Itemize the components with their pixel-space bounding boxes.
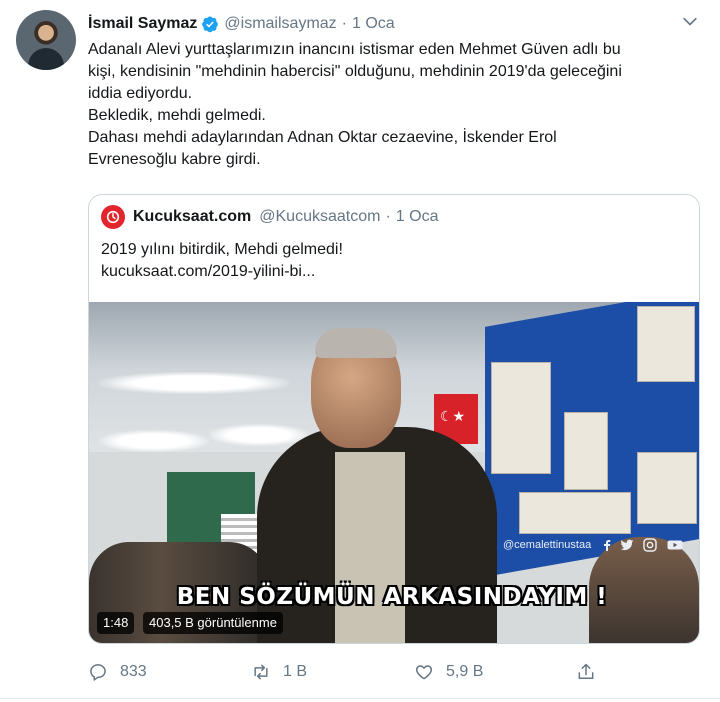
kucuksaat-logo-icon <box>101 205 125 229</box>
tweet-text-line: Bekledik, mehdi gelmedi. <box>88 107 266 124</box>
retweet-button[interactable]: 1 B <box>251 662 307 682</box>
video-subtitle: BEN SÖZÜMÜN ARKASINDAYIM ! <box>176 584 608 610</box>
quoted-text: 2019 yılını bitirdik, Mehdi gelmedi! kuc… <box>101 239 343 283</box>
video-watermark: @cemalettinustaa <box>503 539 592 551</box>
tweet-text-line: iddia ediyordu. <box>88 85 193 102</box>
video-player[interactable]: @cemalettinustaa BEN SÖZÜMÜN ARKASINDAYI… <box>89 302 699 643</box>
video-duration: 1:48 <box>97 612 135 634</box>
newspaper-clipping <box>519 492 631 534</box>
newspaper-clipping <box>637 452 697 524</box>
tweet-header: İsmail Saymaz @ismailsaymaz · 1 Oca <box>88 12 395 36</box>
verified-badge-icon <box>201 15 219 33</box>
video-frame-speaker-shirt <box>335 452 405 643</box>
divider <box>0 698 720 699</box>
tweet-text: Adanalı Alevi yurttaşlarımızın inancını … <box>88 39 708 171</box>
tweet: İsmail Saymaz @ismailsaymaz · 1 Oca Adan… <box>0 0 720 702</box>
separator-dot: · <box>341 15 347 32</box>
twitter-icon <box>620 539 634 551</box>
ceiling-light <box>99 372 289 394</box>
author-name[interactable]: İsmail Saymaz <box>88 15 197 33</box>
tweet-actions: 833 1 B 5,9 B <box>88 662 608 686</box>
share-icon <box>578 663 594 679</box>
quoted-text-line: 2019 yılını bitirdik, Mehdi gelmedi! <box>101 241 343 258</box>
quoted-link[interactable]: kucuksaat.com/2019-yilini-bi... <box>101 261 343 283</box>
avatar[interactable] <box>16 10 76 70</box>
newspaper-clipping <box>564 412 608 490</box>
like-button[interactable]: 5,9 B <box>414 662 483 682</box>
ceiling-light <box>99 430 209 452</box>
share-button[interactable] <box>576 662 596 682</box>
heart-icon <box>415 665 433 680</box>
facebook-icon <box>604 540 611 551</box>
chevron-down-icon[interactable] <box>680 12 700 32</box>
reply-icon <box>90 664 106 681</box>
quoted-author-handle: @Kucuksaatcom <box>259 208 381 225</box>
social-icons <box>601 536 685 554</box>
video-views: 403,5 B görüntülenme <box>143 612 283 634</box>
author-handle[interactable]: @ismailsaymaz <box>224 15 336 33</box>
reply-count: 833 <box>120 663 147 680</box>
newspaper-clipping <box>491 362 551 474</box>
tweet-text-line: Evrenesoğlu kabre girdi. <box>88 151 261 168</box>
instagram-icon <box>643 538 657 552</box>
like-count: 5,9 B <box>446 663 484 680</box>
video-frame-speaker-hair <box>315 328 397 358</box>
retweet-count: 1 B <box>283 663 308 680</box>
quoted-header: Kucuksaat.com @Kucuksaatcom · 1 Oca <box>101 205 438 229</box>
retweet-icon <box>254 664 268 680</box>
newspaper-clipping <box>637 306 695 382</box>
tweet-text-line: Dahası mehdi adaylarından Adnan Oktar ce… <box>88 129 557 146</box>
separator-dot: · <box>385 208 391 225</box>
tweet-text-line: Adanalı Alevi yurttaşlarımızın inancını … <box>88 41 621 58</box>
youtube-icon <box>667 540 683 550</box>
quoted-tweet[interactable]: Kucuksaat.com @Kucuksaatcom · 1 Oca 2019… <box>88 194 700 644</box>
reply-button[interactable]: 833 <box>88 662 147 682</box>
quoted-author-name: Kucuksaat.com <box>133 208 252 225</box>
tweet-text-line: kişi, kendisinin "mehdinin habercisi" ol… <box>88 63 622 80</box>
tweet-time[interactable]: 1 Oca <box>352 15 395 33</box>
quoted-time: 1 Oca <box>395 208 439 225</box>
